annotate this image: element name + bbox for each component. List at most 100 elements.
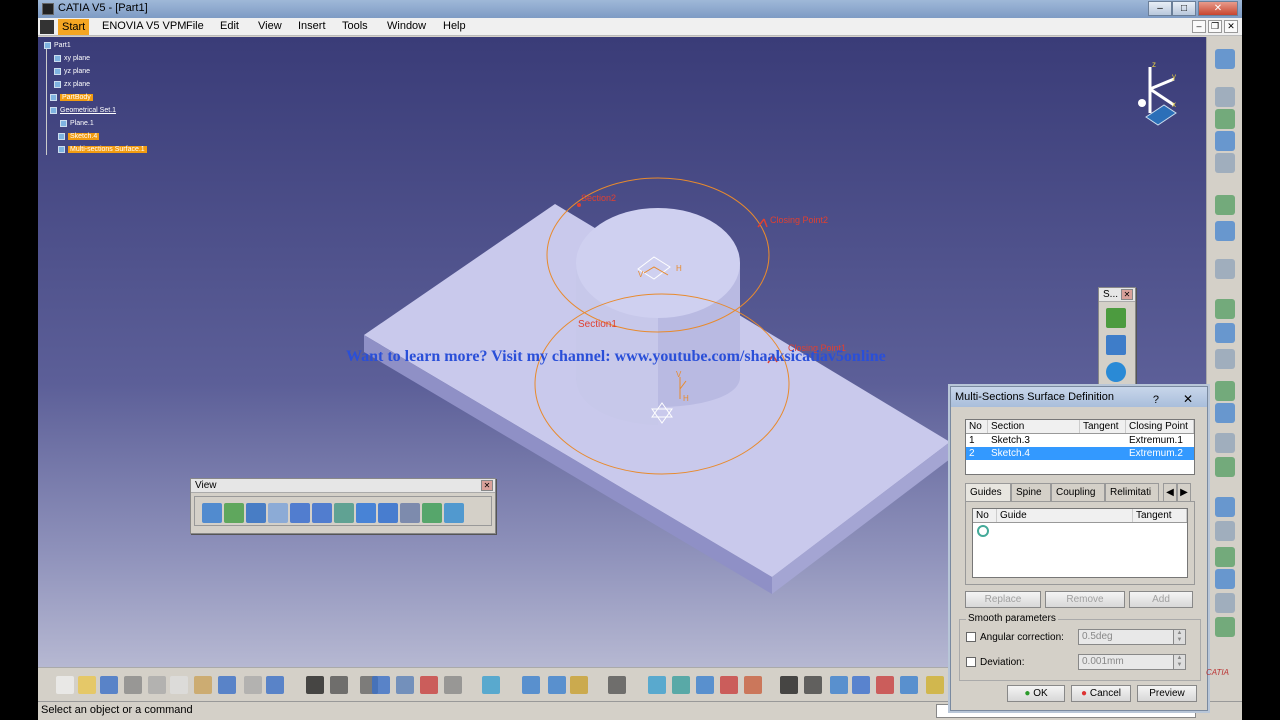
arrow-icon[interactable] xyxy=(1215,221,1235,241)
tree-node-xy[interactable]: xy plane xyxy=(44,52,147,65)
preview-button[interactable]: Preview xyxy=(1137,685,1197,702)
bottle-icon[interactable] xyxy=(570,676,588,694)
tree-node-plane1[interactable]: Plane.1 xyxy=(44,117,147,130)
line-icon[interactable] xyxy=(648,676,666,694)
multi-sections-surface-dialog[interactable]: Multi-Sections Surface Definition ? ✕ No… xyxy=(950,386,1208,711)
compass-widget[interactable]: z y x xyxy=(1116,47,1196,130)
corner-icon[interactable] xyxy=(1215,521,1235,541)
update-icon[interactable] xyxy=(482,676,500,694)
angular-correction-checkbox[interactable] xyxy=(966,632,976,642)
fill-icon[interactable] xyxy=(1106,335,1126,355)
snap-icon[interactable] xyxy=(830,676,848,694)
menu-view[interactable]: View xyxy=(258,20,282,32)
spline-icon[interactable] xyxy=(1215,457,1235,477)
maximize-button[interactable]: □ xyxy=(1172,1,1196,16)
extrude-icon[interactable] xyxy=(1215,569,1235,589)
tab-guides[interactable]: Guides xyxy=(965,483,1011,502)
law-icon[interactable] xyxy=(720,676,738,694)
angular-correction-field[interactable]: 0.5deg ▲ ▼ xyxy=(1078,629,1186,645)
tree-node-geoset[interactable]: Geometrical Set.1 xyxy=(44,104,147,117)
doc-restore-button[interactable]: ❐ xyxy=(1208,20,1222,33)
workbench-icon[interactable] xyxy=(1215,49,1235,69)
measure2-icon[interactable] xyxy=(900,676,918,694)
paste-icon[interactable] xyxy=(1215,109,1235,129)
hide-show-icon[interactable] xyxy=(422,503,442,523)
menu-edit[interactable]: Edit xyxy=(220,20,239,32)
tab-relimitation[interactable]: Relimitati xyxy=(1105,483,1159,501)
sweep-icon[interactable] xyxy=(1106,308,1126,328)
iso-view-icon[interactable] xyxy=(378,503,398,523)
menu-file[interactable]: File xyxy=(186,20,204,32)
guides-table[interactable]: No Guide Tangent xyxy=(972,508,1188,578)
tab-scroll-left-icon[interactable]: ◀ xyxy=(1163,483,1177,501)
sweep-icon[interactable] xyxy=(696,676,714,694)
sections-table[interactable]: No Section Tangent Closing Point 1 Sketc… xyxy=(965,419,1195,475)
deviation-field[interactable]: 0.001mm ▲ ▼ xyxy=(1078,654,1186,670)
close-button[interactable]: ✕ xyxy=(1198,1,1238,16)
hand-icon[interactable] xyxy=(804,676,822,694)
plane-icon[interactable] xyxy=(1215,349,1235,369)
rotate-icon[interactable] xyxy=(268,503,288,523)
snapshot-icon[interactable] xyxy=(608,676,626,694)
print-icon[interactable] xyxy=(124,676,142,694)
tree-node-surface[interactable]: Multi-sections Surface.1 xyxy=(44,143,147,156)
save-icon[interactable] xyxy=(100,676,118,694)
copy-icon[interactable] xyxy=(1215,87,1235,107)
open-icon[interactable] xyxy=(78,676,96,694)
properties-icon[interactable] xyxy=(444,676,462,694)
dialog-title-bar[interactable]: Multi-Sections Surface Definition ? ✕ xyxy=(951,387,1207,407)
tree-icon[interactable] xyxy=(396,676,414,694)
close-icon[interactable]: ✕ xyxy=(1183,389,1193,409)
sphere-icon[interactable] xyxy=(1106,362,1126,382)
sketch-icon[interactable] xyxy=(1215,259,1235,279)
refresh-icon[interactable] xyxy=(780,676,798,694)
sweep-icon[interactable] xyxy=(1215,617,1235,637)
render-icon[interactable] xyxy=(926,676,944,694)
menu-insert[interactable]: Insert xyxy=(298,20,326,32)
fit-all-in-icon[interactable] xyxy=(224,503,244,523)
tab-coupling[interactable]: Coupling xyxy=(1051,483,1105,501)
cut-icon[interactable] xyxy=(148,676,166,694)
redo-icon[interactable] xyxy=(244,676,262,694)
point-icon[interactable] xyxy=(1215,299,1235,319)
fly-mode-icon[interactable] xyxy=(202,503,222,523)
replace-button[interactable]: Replace xyxy=(965,591,1041,608)
view-toolbar-title[interactable]: View ✕ xyxy=(191,479,495,493)
spinner-icon[interactable]: ▲ ▼ xyxy=(1173,630,1185,644)
table-row[interactable]: 1 Sketch.3 Extremum.1 xyxy=(966,434,1194,447)
normal-view-icon[interactable] xyxy=(334,503,354,523)
intersection-icon[interactable] xyxy=(1215,403,1235,423)
swap-icon[interactable] xyxy=(522,676,540,694)
menu-tools[interactable]: Tools xyxy=(342,20,368,32)
small-toolbar-title[interactable]: S... ✕ xyxy=(1099,288,1135,302)
shading-icon[interactable] xyxy=(400,503,420,523)
close-icon[interactable]: ✕ xyxy=(1121,289,1133,300)
swap-space-icon[interactable] xyxy=(444,503,464,523)
ok-button[interactable]: ● OK xyxy=(1007,685,1065,702)
menu-enovia[interactable]: ENOVIA V5 VPM xyxy=(102,20,186,32)
tab-scroll-right-icon[interactable]: ▶ xyxy=(1177,483,1191,501)
add-button[interactable]: Add xyxy=(1129,591,1193,608)
grid-icon[interactable] xyxy=(372,676,390,694)
apply-material-icon[interactable] xyxy=(548,676,566,694)
view-toolbar[interactable]: View ✕ xyxy=(190,478,496,534)
formula-icon[interactable] xyxy=(306,676,324,694)
help-icon[interactable]: ? xyxy=(1153,390,1159,410)
offset-icon[interactable] xyxy=(1215,547,1235,567)
projection-icon[interactable] xyxy=(1215,381,1235,401)
zoom-out-icon[interactable] xyxy=(312,503,332,523)
axis-icon[interactable] xyxy=(876,676,894,694)
cancel-button[interactable]: ● Cancel xyxy=(1071,685,1131,702)
table-row-selected[interactable]: 2 Sketch.4 Extremum.2 xyxy=(966,447,1194,460)
doc-minimize-button[interactable]: – xyxy=(1192,20,1206,33)
line-icon[interactable] xyxy=(1215,323,1235,343)
circle-icon[interactable] xyxy=(1215,433,1235,453)
spinner-icon[interactable]: ▲ ▼ xyxy=(1173,655,1185,669)
tree-node-part[interactable]: Part1 xyxy=(44,39,147,52)
revolve-icon[interactable] xyxy=(1215,593,1235,613)
menu-start[interactable]: Start xyxy=(58,19,90,35)
grid2-icon[interactable] xyxy=(852,676,870,694)
cylinder-top-face[interactable] xyxy=(576,208,740,318)
tab-spine[interactable]: Spine xyxy=(1011,483,1051,501)
zoom-in-icon[interactable] xyxy=(290,503,310,523)
